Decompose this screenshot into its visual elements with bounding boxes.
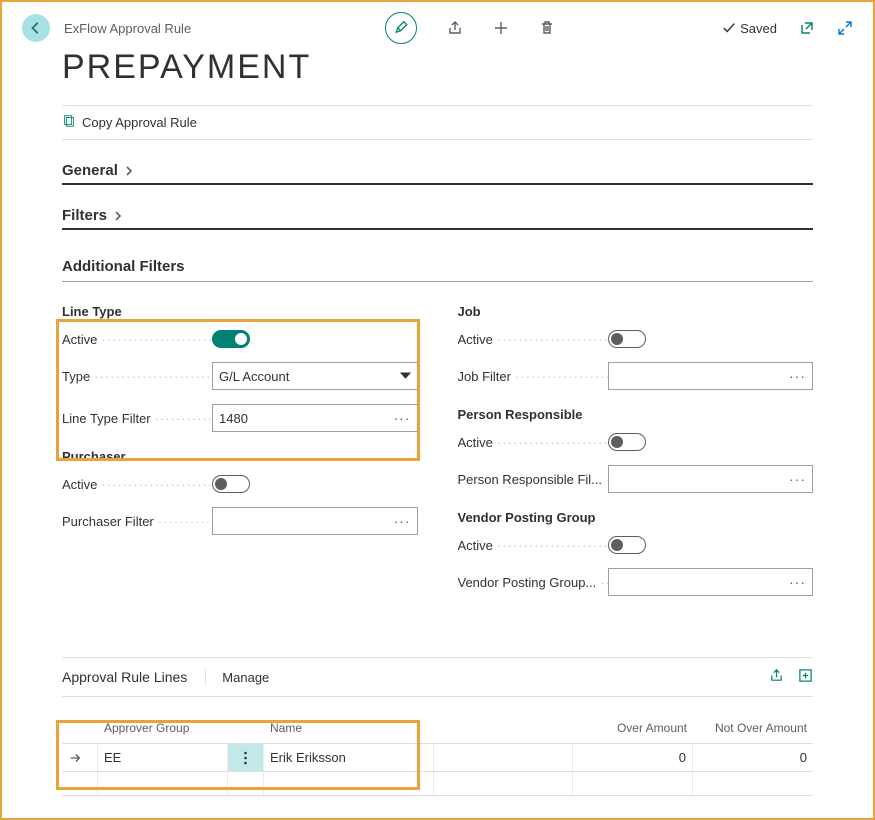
share-lines-icon[interactable]: [769, 668, 784, 686]
cell-approver-group[interactable]: EE: [98, 744, 228, 771]
chevron-right-icon: [113, 211, 123, 221]
group-line-type: Line Type: [62, 304, 418, 319]
toggle-purchaser-active[interactable]: [212, 475, 250, 493]
row-menu-icon[interactable]: [228, 744, 264, 771]
lines-title: Approval Rule Lines: [62, 669, 206, 685]
section-general[interactable]: General: [62, 162, 813, 185]
lookup-icon[interactable]: ···: [394, 513, 411, 529]
label-vendor-active: Active: [458, 538, 608, 553]
lookup-icon[interactable]: ···: [789, 368, 806, 384]
table-header: Approver Group Name Over Amount Not Over…: [62, 713, 813, 743]
share-icon[interactable]: [447, 20, 463, 36]
group-vendor: Vendor Posting Group: [458, 510, 814, 525]
chevron-right-icon: [124, 166, 134, 176]
input-job-filter[interactable]: ···: [608, 362, 814, 390]
section-additional-filters: Additional Filters: [62, 258, 813, 282]
label-line-type-filter: Line Type Filter: [62, 411, 212, 426]
label-job-active: Active: [458, 332, 608, 347]
expand-lines-icon[interactable]: [798, 668, 813, 686]
page-title: PREPAYMENT: [62, 48, 813, 87]
cell-over[interactable]: 0: [573, 744, 693, 771]
toggle-job-active[interactable]: [608, 330, 646, 348]
back-button[interactable]: [22, 14, 50, 42]
saved-indicator: Saved: [722, 21, 777, 36]
expand-icon[interactable]: [837, 20, 853, 36]
popout-icon[interactable]: [799, 20, 815, 36]
delete-icon[interactable]: [539, 20, 555, 36]
label-job-filter: Job Filter: [458, 369, 608, 384]
chevron-down-icon: [400, 369, 411, 384]
table-row[interactable]: EE Erik Eriksson 0 0: [62, 743, 813, 772]
copy-icon: [62, 114, 76, 131]
label-purchaser-active: Active: [62, 477, 212, 492]
lookup-icon[interactable]: ···: [394, 410, 411, 426]
breadcrumb: ExFlow Approval Rule: [64, 21, 191, 36]
group-job: Job: [458, 304, 814, 319]
lookup-icon[interactable]: ···: [789, 471, 806, 487]
copy-approval-rule[interactable]: Copy Approval Rule: [82, 115, 197, 130]
section-filters[interactable]: Filters: [62, 207, 813, 230]
label-person-active: Active: [458, 435, 608, 450]
table-empty-row: [62, 772, 813, 796]
toggle-line-type-active[interactable]: [212, 330, 250, 348]
toggle-vendor-active[interactable]: [608, 536, 646, 554]
add-icon[interactable]: [493, 20, 509, 36]
input-vendor-filter[interactable]: ···: [608, 568, 814, 596]
label-type: Type: [62, 369, 212, 384]
lookup-icon[interactable]: ···: [789, 574, 806, 590]
input-person-filter[interactable]: ···: [608, 465, 814, 493]
group-person: Person Responsible: [458, 407, 814, 422]
label-purchaser-filter: Purchaser Filter: [62, 514, 212, 529]
input-line-type-filter[interactable]: 1480 ···: [212, 404, 418, 432]
input-purchaser-filter[interactable]: ···: [212, 507, 418, 535]
select-line-type[interactable]: G/L Account: [212, 362, 418, 390]
cell-not-over[interactable]: 0: [693, 744, 813, 771]
label-person-filter: Person Responsible Fil...: [458, 472, 608, 487]
row-select-icon[interactable]: [62, 744, 98, 771]
manage-button[interactable]: Manage: [206, 670, 269, 685]
label-line-type-active: Active: [62, 332, 212, 347]
cell-name[interactable]: Erik Eriksson: [264, 744, 434, 771]
edit-button[interactable]: [385, 12, 417, 44]
group-purchaser: Purchaser: [62, 449, 418, 464]
toggle-person-active[interactable]: [608, 433, 646, 451]
label-vendor-filter: Vendor Posting Group...: [458, 575, 608, 590]
